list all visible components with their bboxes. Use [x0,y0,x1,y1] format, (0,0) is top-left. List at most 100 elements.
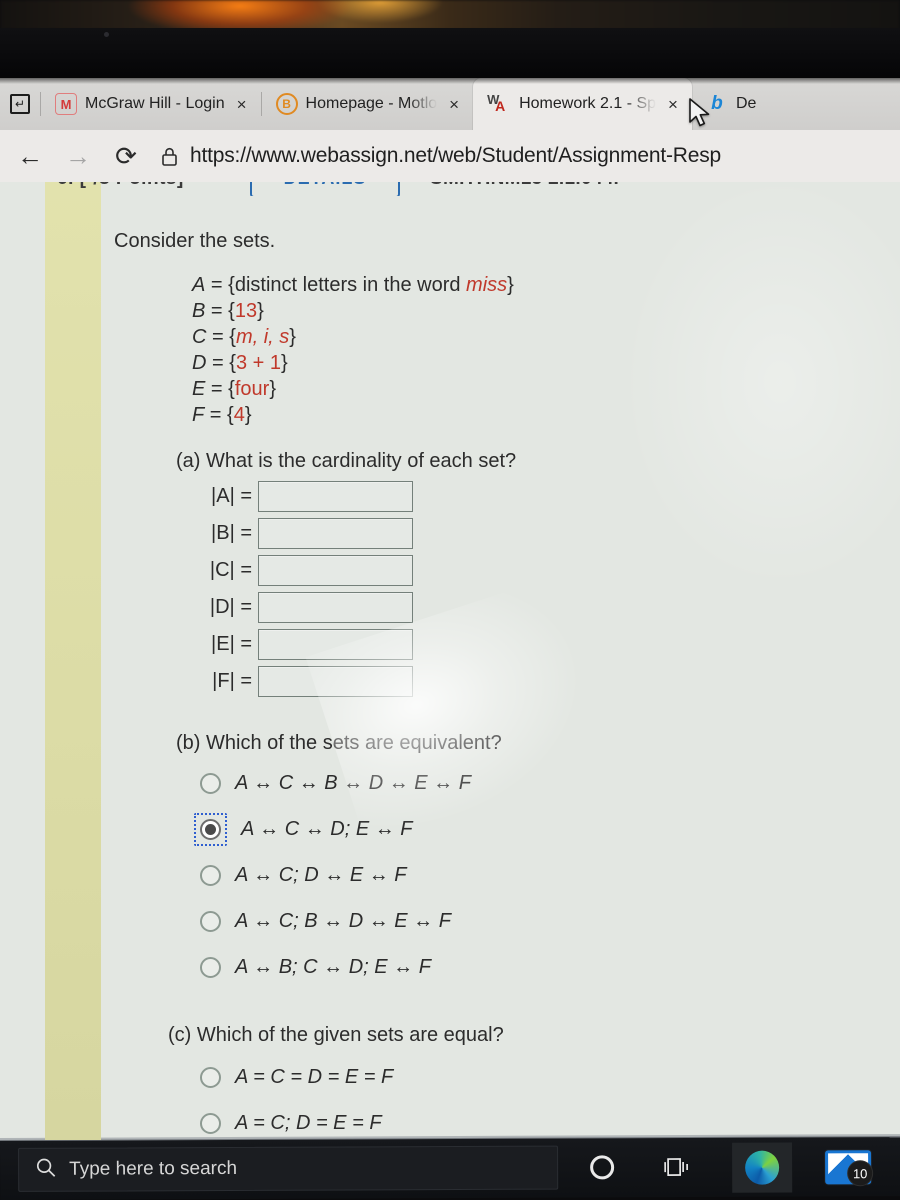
set-value-highlight: m, i, s [235,326,290,348]
part-a-prompt: (a) What is the cardinality of each set? [176,450,517,472]
set-value-prefix: { [227,404,234,426]
part-b-options: A ↔ C ↔ B ↔ D ↔ E ↔ F A ↔ C ↔ D; E ↔ F A… [194,760,471,990]
radio-icon-selected[interactable] [200,818,221,840]
focus-ring [194,812,227,846]
tab-title: McGraw Hill - Login [85,95,225,112]
cardinality-label: |A| = [211,485,252,507]
set-name: F [192,404,205,426]
part-c-prompt: (c) Which of the given sets are equal? [168,1024,504,1046]
cardinality-label: |E| = [211,633,252,655]
radio-option-label: A ↔ C ↔ D; E ↔ F [241,817,413,840]
radio-option-b2[interactable]: A ↔ C ↔ D; E ↔ F [194,806,471,852]
equals-sign: = [210,300,223,322]
close-icon[interactable]: × [445,96,463,113]
tab-title: De [735,95,757,112]
browser-tab-homepage-motlow[interactable]: B Homepage - Motlo × [262,78,474,130]
browser-tab-mcgraw-hill[interactable]: M McGraw Hill - Login × [41,78,261,130]
cardinality-row-e: |E| = [186,626,413,663]
radio-option-c2[interactable]: A = C; D = E = F [200,1100,393,1140]
equals-sign: = [209,404,222,426]
set-value-prefix: { [229,326,236,348]
radio-option-b1[interactable]: A ↔ C ↔ B ↔ D ↔ E ↔ F [200,760,471,806]
set-value-highlight: 3 + 1 [235,352,281,374]
restore-window-button[interactable]: ↵ [0,78,40,130]
radio-icon[interactable] [200,1112,221,1134]
radio-icon[interactable] [200,910,221,932]
equals-sign: = [210,378,223,400]
set-definition-a: A = {distinct letters in the word miss} [192,272,514,298]
screen-photo: ↵ M McGraw Hill - Login × B Homepage - M… [0,0,900,1200]
tab-strip: ↵ M McGraw Hill - Login × B Homepage - M… [0,78,900,130]
equals-sign: = [210,274,223,296]
radio-option-label: A = C; D = E = F [235,1111,382,1134]
reload-icon[interactable]: ⟳ [104,134,148,178]
taskbar-search-box[interactable]: Type here to search [18,1145,559,1192]
radio-icon[interactable] [200,1066,221,1088]
equals-sign: = [212,352,224,374]
radio-option-label: A ↔ C; D ↔ E ↔ F [235,863,407,886]
lock-icon [152,134,186,178]
part-b-prompt: (b) Which of the sets are equivalent? [176,732,502,754]
mail-icon[interactable]: 10 [812,1142,884,1192]
webassign-icon: WA [487,92,506,114]
webcam-dot [104,32,109,37]
forward-icon[interactable]: → [56,134,100,178]
question-lead: Consider the sets. [114,230,276,252]
radio-option-c1[interactable]: A = C = D = E = F [200,1054,393,1100]
equals-sign: = [212,326,224,348]
cardinality-label: |B| = [211,522,252,544]
search-icon [35,1156,57,1183]
cardinality-label: |F| = [212,670,252,692]
mcgraw-hill-icon: M [55,93,77,115]
microsoft-edge-icon[interactable] [732,1142,793,1193]
set-value-prefix: { [228,378,235,400]
set-definitions: A = {distinct letters in the word miss} … [192,272,514,428]
radio-icon[interactable] [200,772,221,794]
set-value-suffix: } [269,378,276,400]
radio-option-label: A ↔ C ↔ B ↔ D ↔ E ↔ F [235,771,471,794]
set-value-highlight: 4 [233,404,245,426]
tab-title: Homework 2.1 - Sp [519,95,657,112]
set-value-suffix: } [507,274,514,296]
background-blur [0,0,900,30]
browser-tab-homework-2-1[interactable]: WA Homework 2.1 - Sp × [473,78,692,130]
set-value-highlight: 13 [234,300,258,322]
cortana-icon[interactable] [580,1147,624,1187]
radio-option-b5[interactable]: A ↔ B; C ↔ D; E ↔ F [200,944,471,990]
cardinality-row-c: |C| = [186,552,413,589]
cardinality-row-a: |A| = [186,478,413,515]
radio-option-b4[interactable]: A ↔ C; B ↔ D ↔ E ↔ F [200,898,471,944]
blackboard-icon: B [275,93,298,115]
part-c-options: A = C = D = E = F A = C; D = E = F [200,1054,393,1140]
set-value-highlight: four [234,378,270,400]
set-value-suffix: } [289,326,296,348]
cardinality-input-a[interactable] [258,481,413,512]
set-definition-c: C = {m, i, s} [192,324,514,350]
address-bar: ← → ⟳ https://www.webassign.net/web/Stud… [0,130,900,182]
webassign-page: 6. [-/8 Points] DETAILS SMITHNM15 2.1.04… [0,182,900,1140]
cardinality-input-b[interactable] [258,518,413,549]
cardinality-input-f[interactable] [258,666,413,697]
cardinality-input-e[interactable] [258,629,413,660]
radio-icon[interactable] [200,864,221,886]
radio-option-label: A = C = D = E = F [235,1065,394,1088]
back-icon[interactable]: ← [8,134,52,178]
cardinality-input-c[interactable] [258,555,413,586]
radio-option-b3[interactable]: A ↔ C; D ↔ E ↔ F [200,852,471,898]
set-value-suffix: } [257,300,264,322]
radio-option-label: A ↔ B; C ↔ D; E ↔ F [235,955,431,978]
url-input[interactable]: https://www.webassign.net/web/Student/As… [190,144,721,168]
set-value-prefix: { [228,300,235,322]
set-definition-d: D = {3 + 1} [192,350,514,376]
set-definition-f: F = {4} [192,402,514,428]
close-icon[interactable]: × [233,96,251,113]
radio-icon[interactable] [200,956,221,978]
set-definition-e: E = {four} [192,376,514,402]
cardinality-row-f: |F| = [186,663,413,700]
set-value-suffix: } [281,352,288,374]
task-view-icon[interactable] [655,1147,699,1187]
set-value-suffix: } [244,404,252,426]
close-icon[interactable]: × [664,96,682,113]
cardinality-input-d[interactable] [258,592,413,623]
search-placeholder: Type here to search [69,1157,238,1180]
